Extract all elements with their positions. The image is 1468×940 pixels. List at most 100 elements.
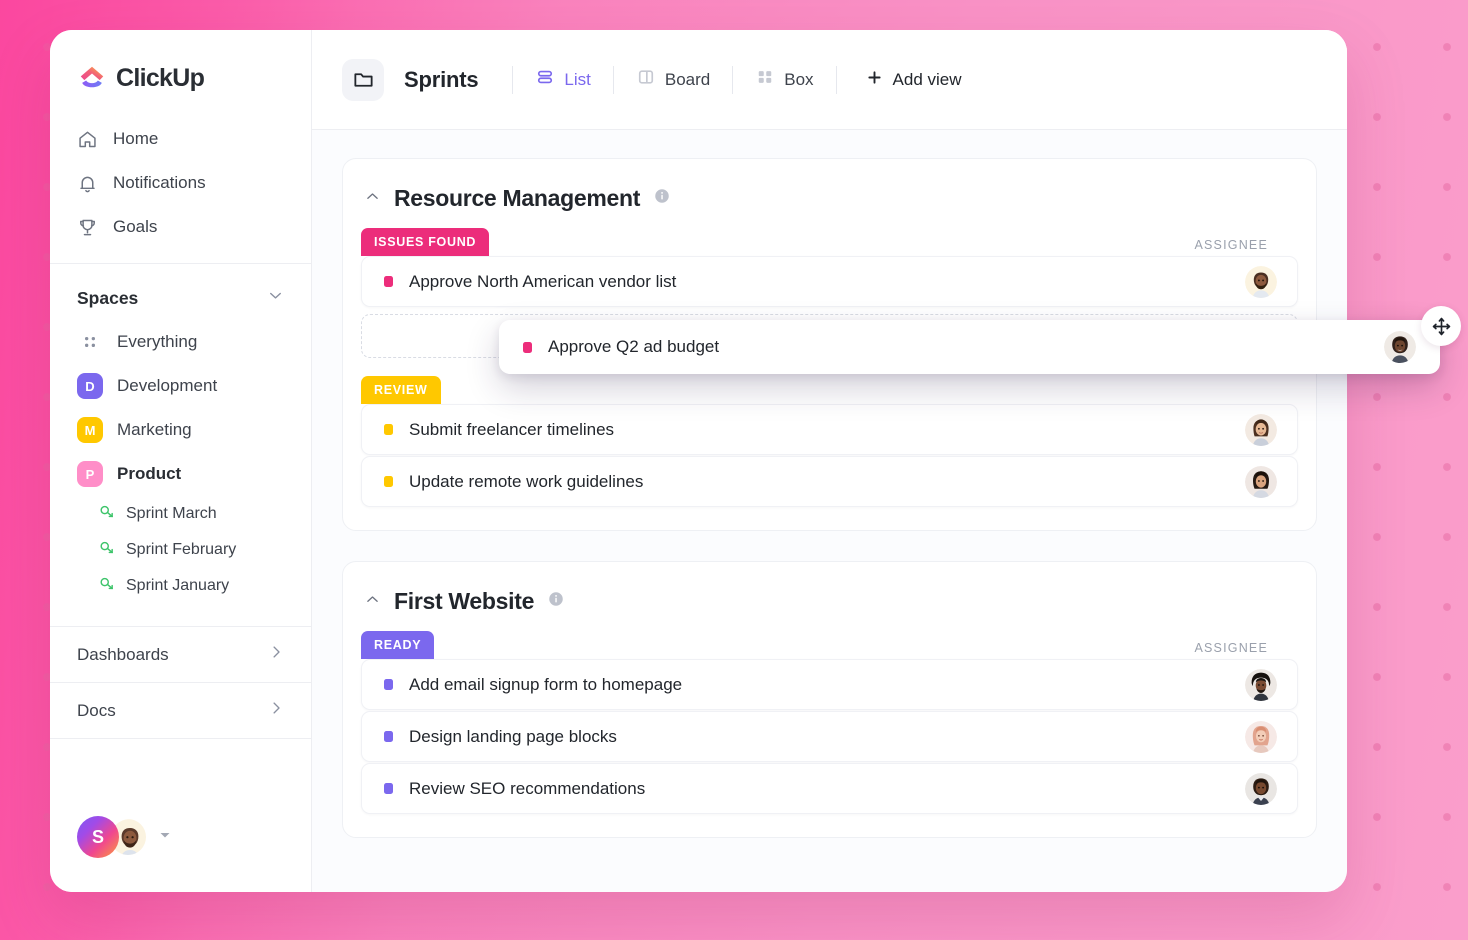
chevron-right-icon <box>267 699 285 722</box>
status-dot[interactable] <box>384 679 393 690</box>
sidebar-item-goals[interactable]: Goals <box>50 205 311 249</box>
sidebar-item-docs[interactable]: Docs <box>50 683 311 738</box>
sidebar-item-development[interactable]: D Development <box>50 364 311 408</box>
space-badge-product: P <box>77 461 103 487</box>
table-row[interactable]: Approve North American vendor list <box>361 256 1298 307</box>
table-row[interactable]: Review SEO recommendations <box>361 763 1298 814</box>
status-badge[interactable]: ISSUES FOUND <box>361 228 489 256</box>
task-name: Update remote work guidelines <box>409 472 1245 492</box>
avatar[interactable] <box>1245 266 1277 298</box>
sidebar-item-notifications-label: Notifications <box>113 173 206 193</box>
sidebar-item-everything[interactable]: Everything <box>50 320 311 364</box>
rails-divider-2 <box>50 738 311 739</box>
sidebar-item-sprint-january-label: Sprint January <box>126 577 229 595</box>
avatar[interactable] <box>1245 466 1277 498</box>
table-row[interactable]: Design landing page blocks <box>361 711 1298 762</box>
group-first-website: First Website READY ASSIGNEE <box>342 561 1317 838</box>
status-badge[interactable]: READY <box>361 631 434 659</box>
avatar[interactable] <box>1384 331 1416 363</box>
task-name: Approve Q2 ad budget <box>548 337 1384 357</box>
sidebar-item-sprint-march-label: Sprint March <box>126 505 217 523</box>
status-bar-ready: READY ASSIGNEE <box>361 631 1298 659</box>
task-name: Add email signup form to homepage <box>409 675 1245 695</box>
sprint-icon <box>98 503 115 525</box>
primary-nav: Home Notifications <box>50 93 311 249</box>
tab-list[interactable]: List <box>529 61 596 98</box>
dragged-task-card[interactable]: Approve Q2 ad budget <box>499 320 1440 374</box>
avatar[interactable] <box>1245 669 1277 701</box>
sidebar-footer: S <box>50 816 311 892</box>
status-dot[interactable] <box>384 424 393 435</box>
assignee-column-header: ASSIGNEE <box>1194 641 1268 659</box>
sidebar-item-sprint-march[interactable]: Sprint March <box>50 496 311 532</box>
caret-down-icon[interactable] <box>159 828 171 846</box>
status-dot[interactable] <box>523 342 532 353</box>
tab-board[interactable]: Board <box>630 61 716 98</box>
sidebar-item-sprint-february-label: Sprint February <box>126 541 236 559</box>
add-view-button[interactable]: Add view <box>859 62 968 98</box>
chevron-up-icon[interactable] <box>364 591 381 613</box>
task-name: Design landing page blocks <box>409 727 1245 747</box>
home-icon <box>77 129 98 150</box>
status-dot[interactable] <box>384 476 393 487</box>
workspace-avatar[interactable]: S <box>77 816 119 858</box>
info-icon[interactable] <box>653 187 671 210</box>
info-icon[interactable] <box>547 590 565 613</box>
add-view-label: Add view <box>893 70 962 90</box>
sidebar-item-notifications[interactable]: Notifications <box>50 161 311 205</box>
sidebar-item-product-label: Product <box>117 464 181 484</box>
chevron-up-icon[interactable] <box>364 188 381 210</box>
page-backdrop: ClickUp Home <box>0 0 1468 940</box>
table-row[interactable]: Add email signup form to homepage <box>361 659 1298 710</box>
topbar-divider-3 <box>732 66 733 94</box>
list-view-icon <box>535 67 555 92</box>
sidebar-item-everything-label: Everything <box>117 332 197 352</box>
tab-list-label: List <box>564 70 590 90</box>
sidebar-item-dashboards-label: Dashboards <box>77 645 169 665</box>
sidebar-item-docs-label: Docs <box>77 701 116 721</box>
plus-icon <box>865 68 884 92</box>
group-header[interactable]: First Website <box>361 584 1298 631</box>
grid-dots-icon <box>77 329 103 355</box>
sidebar-item-product[interactable]: P Product <box>50 452 311 496</box>
topbar-divider-1 <box>512 66 513 94</box>
space-badge-development: D <box>77 373 103 399</box>
clickup-logo-icon <box>77 63 107 93</box>
sidebar-item-development-label: Development <box>117 376 217 396</box>
brand-name: ClickUp <box>116 64 204 93</box>
brand-logo[interactable]: ClickUp <box>50 30 311 93</box>
tab-board-label: Board <box>665 70 710 90</box>
move-cursor-icon <box>1421 306 1461 346</box>
task-list-review: Submit freelancer timelines <box>361 404 1298 508</box>
task-name: Review SEO recommendations <box>409 779 1245 799</box>
sidebar-item-goals-label: Goals <box>113 217 157 237</box>
group-header[interactable]: Resource Management <box>361 181 1298 228</box>
sprint-icon <box>98 539 115 561</box>
sidebar-item-home[interactable]: Home <box>50 117 311 161</box>
sidebar-item-sprint-february[interactable]: Sprint February <box>50 532 311 568</box>
sidebar-item-sprint-january[interactable]: Sprint January <box>50 568 311 604</box>
space-badge-marketing: M <box>77 417 103 443</box>
avatar[interactable] <box>1245 773 1277 805</box>
status-bar-issues-found: ISSUES FOUND ASSIGNEE <box>361 228 1298 256</box>
spaces-header[interactable]: Spaces <box>50 264 311 320</box>
status-badge[interactable]: REVIEW <box>361 376 441 404</box>
topbar-divider-4 <box>836 66 837 94</box>
folder-icon[interactable] <box>342 59 384 101</box>
main-panel: Sprints List <box>312 30 1347 892</box>
avatar[interactable] <box>1245 414 1277 446</box>
avatar[interactable] <box>1245 721 1277 753</box>
table-row[interactable]: Submit freelancer timelines <box>361 404 1298 455</box>
task-content: Resource Management ISSUES FOUND AS <box>312 130 1347 892</box>
bell-icon <box>77 173 98 194</box>
tab-box[interactable]: Box <box>749 61 819 98</box>
status-dot[interactable] <box>384 731 393 742</box>
task-name: Approve North American vendor list <box>409 272 1245 292</box>
status-dot[interactable] <box>384 276 393 287</box>
sidebar-item-dashboards[interactable]: Dashboards <box>50 627 311 682</box>
table-row[interactable]: Update remote work guidelines <box>361 456 1298 507</box>
chevron-down-icon[interactable] <box>266 286 285 310</box>
sidebar-item-marketing[interactable]: M Marketing <box>50 408 311 452</box>
status-dot[interactable] <box>384 783 393 794</box>
board-view-icon <box>636 67 656 92</box>
